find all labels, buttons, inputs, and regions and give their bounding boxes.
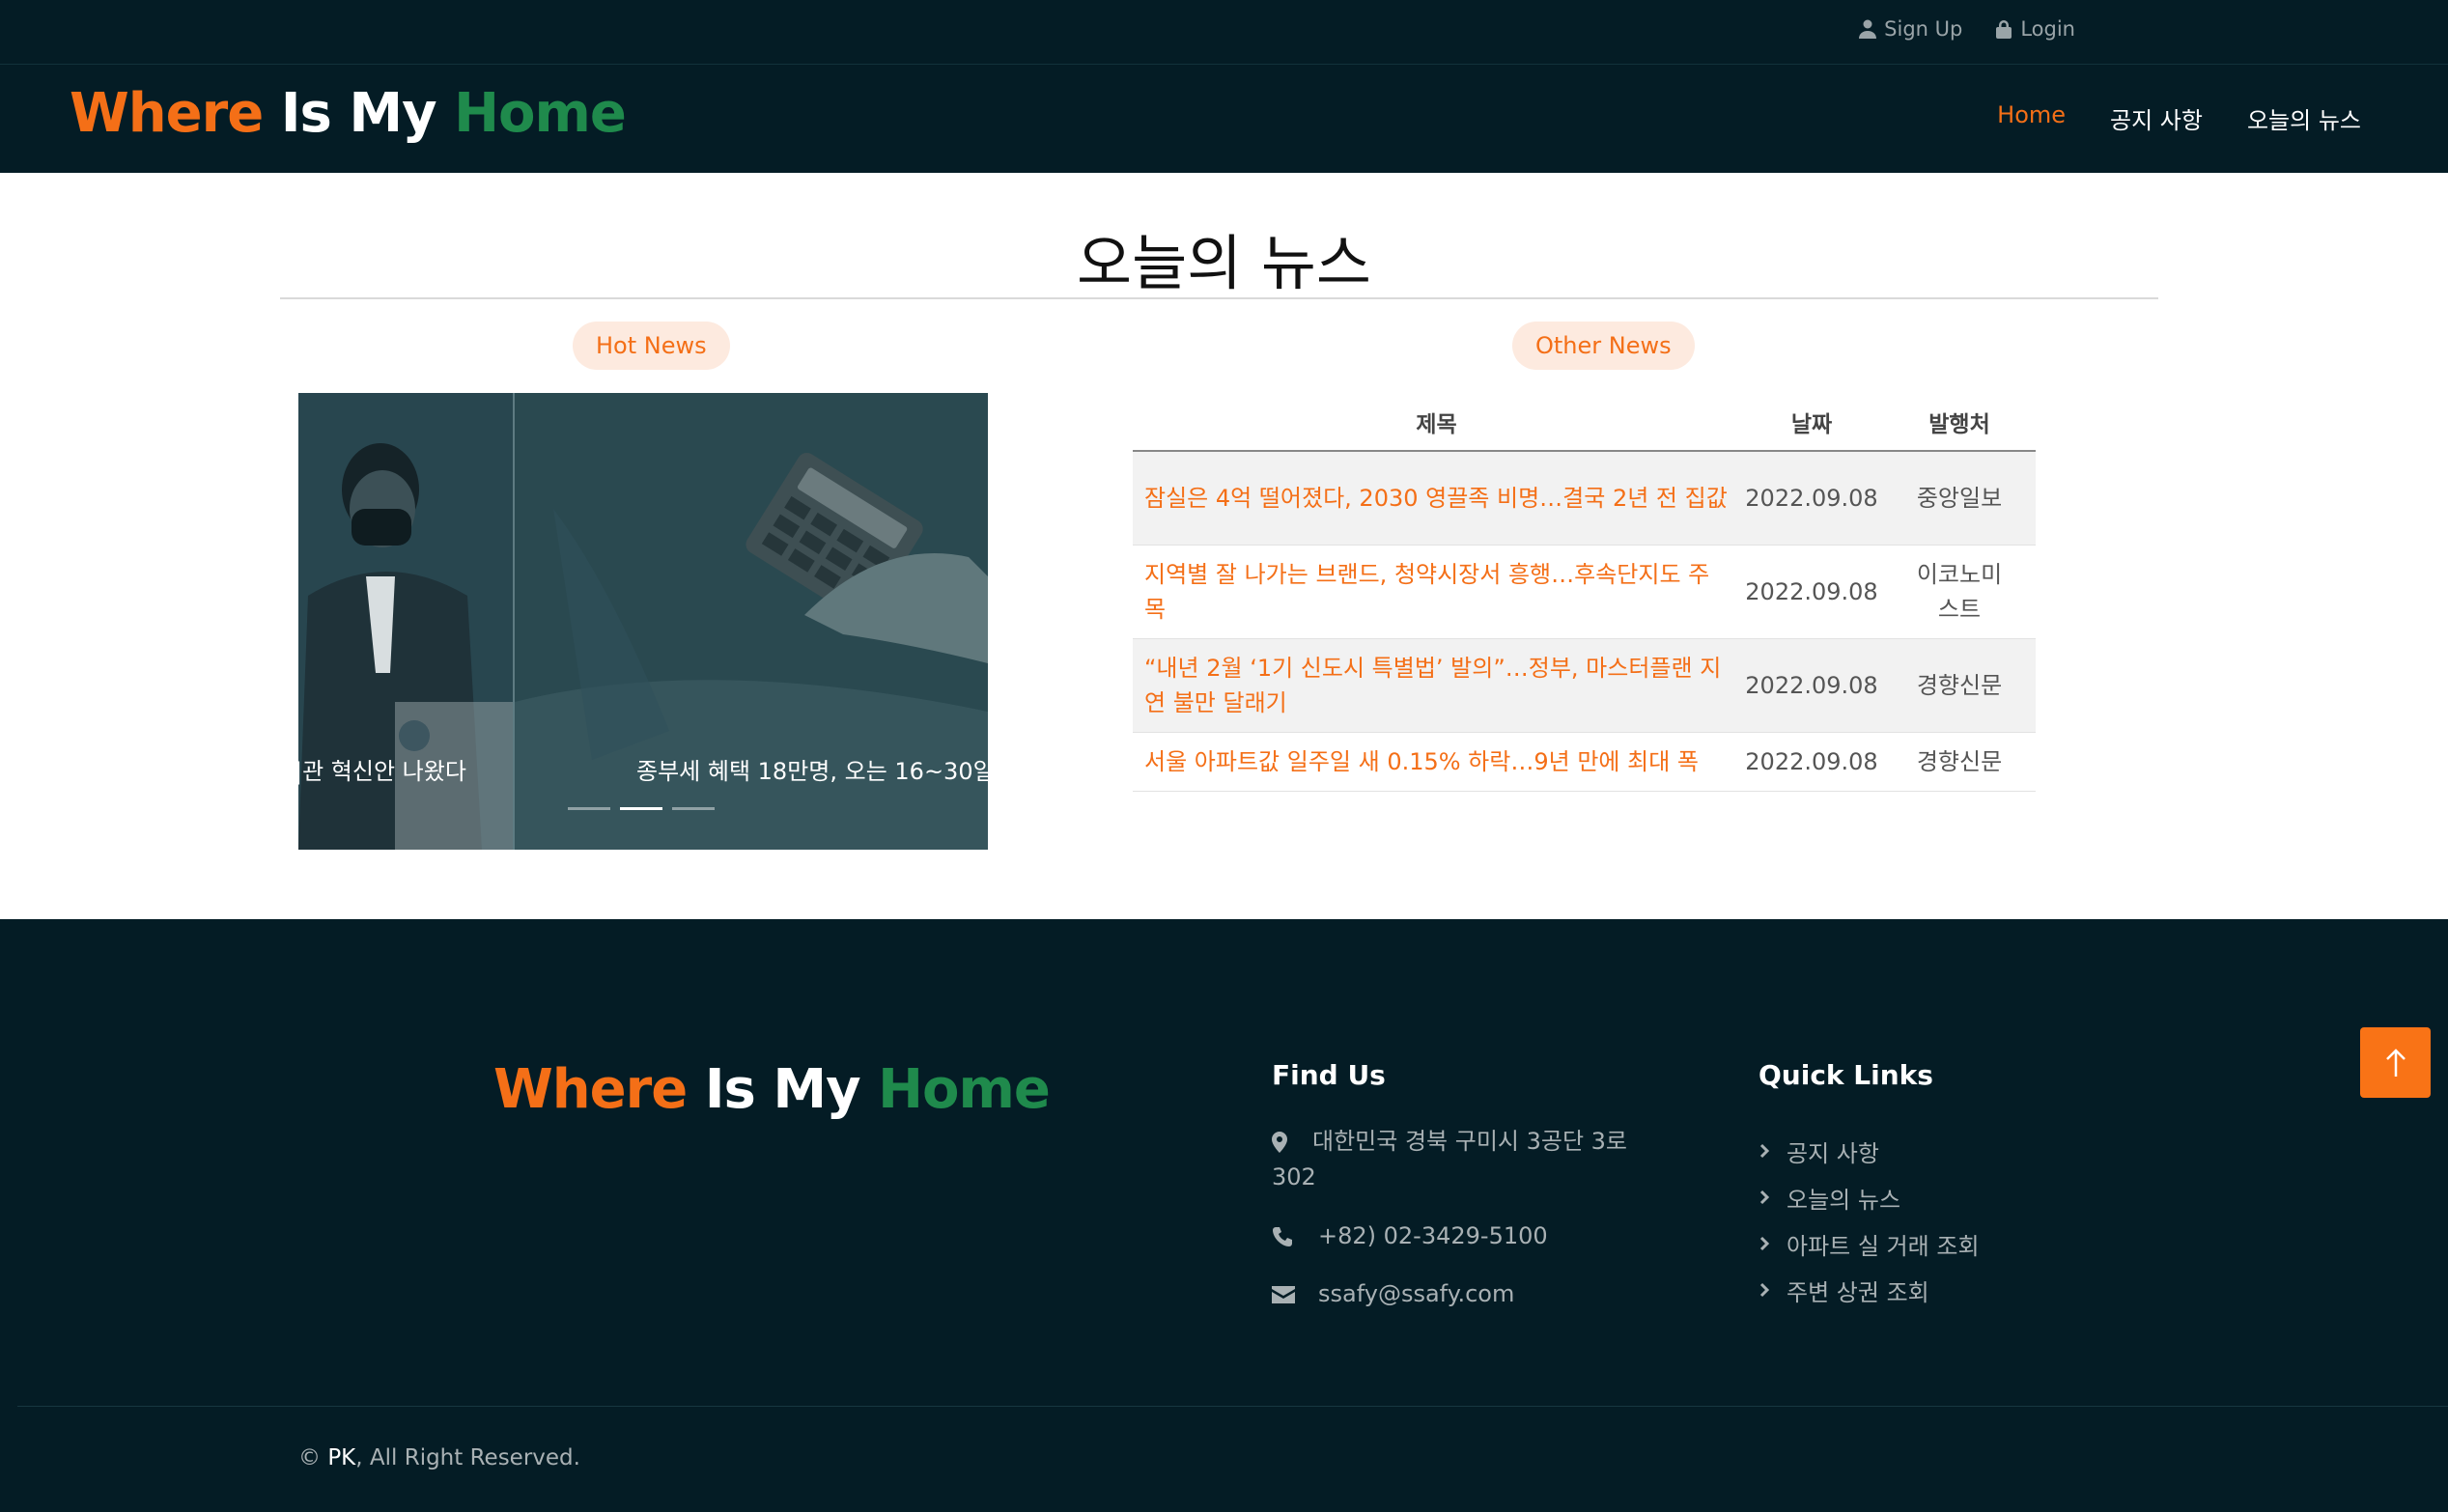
lock-icon xyxy=(1996,20,2012,39)
hot-news-carousel[interactable]: |관 혁신안 나왔다 종부세 혜택 18만명, 오는 16~30일 xyxy=(298,393,988,850)
news-publisher: 경향신문 xyxy=(1883,732,2036,792)
news-date: 2022.09.08 xyxy=(1740,545,1883,639)
quick-link-label: 아파트 실 거래 조회 xyxy=(1787,1232,1980,1260)
copyright-text: © PK, All Right Reserved. xyxy=(298,1445,580,1470)
envelope-icon xyxy=(1272,1286,1295,1303)
hot-news-badge: Hot News xyxy=(573,322,730,370)
title-divider xyxy=(280,297,2158,299)
chevron-right-icon xyxy=(1759,1190,1770,1205)
find-us-heading: Find Us xyxy=(1272,1059,1386,1091)
footer-brand-logo[interactable]: Where Is My Home xyxy=(493,1058,1051,1121)
address-text: 대한민국 경북 구미시 3공단 3로 302 xyxy=(1272,1128,1628,1190)
account-links: Sign Up Login xyxy=(1859,17,2075,41)
carousel-slide[interactable]: 종부세 혜택 18만명, 오는 16~30일 xyxy=(515,393,988,850)
chevron-right-icon xyxy=(1759,1143,1770,1159)
carousel-indicator-active[interactable] xyxy=(620,807,662,810)
table-row: 서울 아파트값 일주일 새 0.15% 하락…9년 만에 최대 폭 2022.0… xyxy=(1133,732,2036,792)
table-row: 지역별 잘 나가는 브랜드, 청약시장서 흥행…후속단지도 주목 2022.09… xyxy=(1133,545,2036,639)
footer-divider xyxy=(17,1406,2448,1407)
news-date: 2022.09.08 xyxy=(1740,451,1883,546)
user-icon xyxy=(1859,19,1877,39)
carousel-indicator[interactable] xyxy=(672,807,715,810)
arrow-up-icon xyxy=(2385,1048,2406,1077)
main-navbar: Where Is My Home Home 공지 사항 오늘의 뉴스 xyxy=(0,65,2448,173)
carousel-caption: 종부세 혜택 18만명, 오는 16~30일 xyxy=(636,758,988,785)
table-row: “내년 2월 ‘1기 신도시 특별법’ 발의”…정부, 마스터플랜 지연 불만 … xyxy=(1133,638,2036,733)
brand-logo[interactable]: Where Is My Home xyxy=(70,82,627,145)
slide-divider xyxy=(513,393,515,850)
quick-link-label: 공지 사항 xyxy=(1787,1139,1879,1167)
copyright-prefix: © xyxy=(298,1445,328,1470)
column-header-title: 제목 xyxy=(1133,393,1740,452)
column-header-date: 날짜 xyxy=(1740,393,1883,452)
email-text: ssafy@ssafy.com xyxy=(1318,1280,1515,1307)
carousel-indicators xyxy=(568,807,715,810)
email-row: ssafy@ssafy.com xyxy=(1272,1276,1514,1312)
brand-part-home: Home xyxy=(878,1058,1051,1121)
copyright-owner-link[interactable]: PK xyxy=(327,1445,355,1470)
carousel-caption: |관 혁신안 나왔다 xyxy=(298,758,466,785)
nav-item-home[interactable]: Home xyxy=(1997,101,2066,135)
page-title: 오늘의 뉴스 xyxy=(1077,228,1371,298)
quick-link-notice[interactable]: 공지 사항 xyxy=(1759,1128,1980,1174)
phone-row: +82) 02-3429-5100 xyxy=(1272,1218,1548,1254)
other-news-table: 제목 날짜 발행처 잠실은 4억 떨어졌다, 2030 영끌족 비명…결국 2년… xyxy=(1133,393,2036,792)
brand-part-where: Where xyxy=(70,82,264,145)
copyright-suffix: , All Right Reserved. xyxy=(355,1445,580,1470)
chevron-right-icon xyxy=(1759,1282,1770,1298)
nav-menu: Home 공지 사항 오늘의 뉴스 xyxy=(1997,101,2361,135)
signup-link[interactable]: Sign Up xyxy=(1859,17,1962,41)
news-title-link[interactable]: 지역별 잘 나가는 브랜드, 청약시장서 흥행…후속단지도 주목 xyxy=(1133,545,1740,639)
top-bar: Sign Up Login xyxy=(0,0,2448,65)
signup-label: Sign Up xyxy=(1884,17,1963,41)
brand-part-is-my: Is My xyxy=(280,82,437,145)
quick-link-apt-trade[interactable]: 아파트 실 거래 조회 xyxy=(1759,1220,1980,1267)
news-publisher: 중앙일보 xyxy=(1883,451,2036,546)
news-publisher: 경향신문 xyxy=(1883,638,2036,733)
carousel-indicator[interactable] xyxy=(568,807,610,810)
footer xyxy=(0,919,2448,1512)
phone-text: +82) 02-3429-5100 xyxy=(1318,1222,1548,1249)
carousel-slide[interactable]: |관 혁신안 나왔다 xyxy=(298,393,514,850)
brand-part-home: Home xyxy=(454,82,627,145)
news-date: 2022.09.08 xyxy=(1740,638,1883,733)
brand-part-where: Where xyxy=(493,1058,688,1121)
login-link[interactable]: Login xyxy=(1995,17,2075,41)
news-title-link[interactable]: “내년 2월 ‘1기 신도시 특별법’ 발의”…정부, 마스터플랜 지연 불만 … xyxy=(1133,638,1740,733)
nav-item-notice[interactable]: 공지 사항 xyxy=(2110,101,2203,135)
column-header-publisher: 발행처 xyxy=(1883,393,2036,452)
map-pin-icon xyxy=(1272,1132,1287,1153)
brand-part-is-my: Is My xyxy=(704,1058,861,1121)
quick-links-list: 공지 사항 오늘의 뉴스 아파트 실 거래 조회 주변 상권 조회 xyxy=(1759,1128,1980,1313)
quick-links-heading: Quick Links xyxy=(1759,1059,1933,1091)
chevron-right-icon xyxy=(1759,1236,1770,1251)
quick-link-label: 오늘의 뉴스 xyxy=(1787,1186,1901,1214)
table-header-row: 제목 날짜 발행처 xyxy=(1133,393,2036,452)
login-label: Login xyxy=(2020,17,2075,41)
quick-link-commercial[interactable]: 주변 상권 조회 xyxy=(1759,1267,1980,1313)
quick-link-label: 주변 상권 조회 xyxy=(1787,1278,1929,1306)
news-title-link[interactable]: 서울 아파트값 일주일 새 0.15% 하락…9년 만에 최대 폭 xyxy=(1133,732,1740,792)
address-row: 대한민국 경북 구미시 3공단 3로 302 xyxy=(1272,1124,1677,1195)
table-row: 잠실은 4억 떨어졌다, 2030 영끌족 비명…결국 2년 전 집값 2022… xyxy=(1133,451,2036,546)
back-to-top-button[interactable] xyxy=(2360,1027,2431,1098)
news-date: 2022.09.08 xyxy=(1740,732,1883,792)
news-title-link[interactable]: 잠실은 4억 떨어졌다, 2030 영끌족 비명…결국 2년 전 집값 xyxy=(1133,451,1740,546)
news-publisher: 이코노미스트 xyxy=(1883,545,2036,639)
other-news-badge: Other News xyxy=(1512,322,1695,370)
quick-link-news[interactable]: 오늘의 뉴스 xyxy=(1759,1174,1980,1220)
phone-icon xyxy=(1273,1227,1292,1246)
nav-item-news[interactable]: 오늘의 뉴스 xyxy=(2247,101,2361,135)
